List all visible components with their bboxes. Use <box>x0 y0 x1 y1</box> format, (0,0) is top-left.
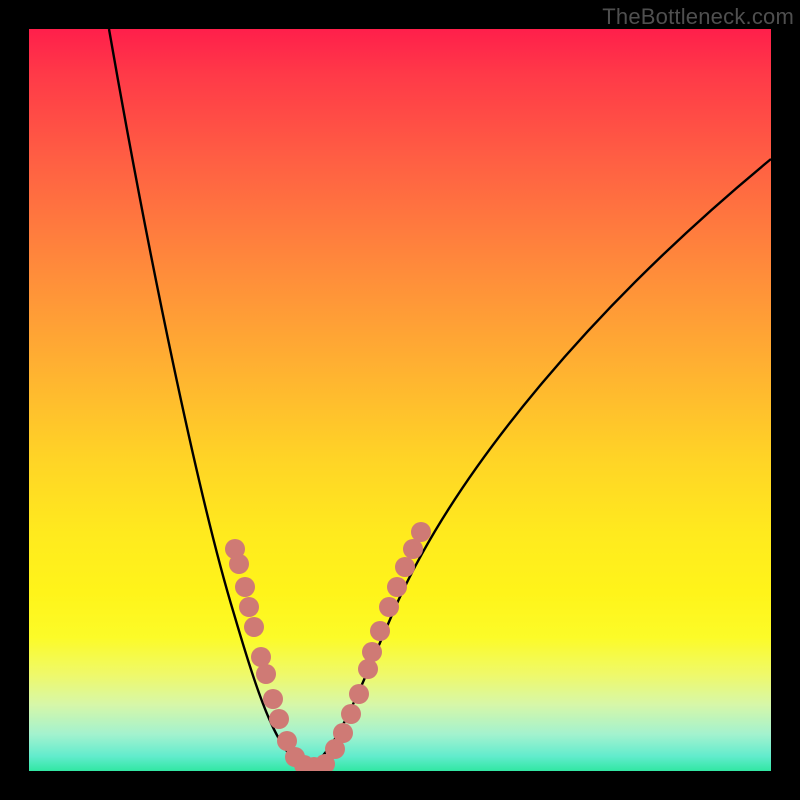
bottleneck-curve <box>109 29 771 767</box>
plot-frame <box>29 29 771 771</box>
marker-dot <box>333 723 353 743</box>
chart-svg <box>29 29 771 771</box>
marker-dot <box>341 704 361 724</box>
marker-dot <box>395 557 415 577</box>
marker-group <box>225 522 431 771</box>
marker-dot <box>349 684 369 704</box>
marker-dot <box>256 664 276 684</box>
marker-dot <box>362 642 382 662</box>
marker-dot <box>251 647 271 667</box>
marker-dot <box>235 577 255 597</box>
marker-dot <box>403 539 423 559</box>
marker-dot <box>269 709 289 729</box>
marker-dot <box>411 522 431 542</box>
attribution-text: TheBottleneck.com <box>602 4 794 30</box>
marker-dot <box>263 689 283 709</box>
marker-dot <box>244 617 264 637</box>
marker-dot <box>239 597 259 617</box>
marker-dot <box>387 577 407 597</box>
marker-dot <box>229 554 249 574</box>
marker-dot <box>379 597 399 617</box>
marker-dot <box>370 621 390 641</box>
marker-dot <box>358 659 378 679</box>
